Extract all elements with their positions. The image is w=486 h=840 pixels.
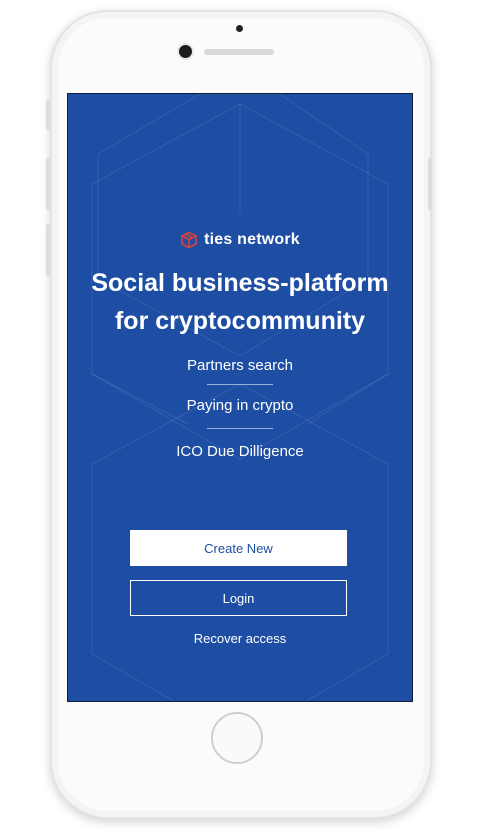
recover-access-link[interactable]: Recover access	[68, 631, 412, 646]
title-line-2: for cryptocommunity	[114, 307, 366, 335]
front-camera	[179, 45, 192, 58]
feature-divider	[207, 428, 273, 429]
home-button[interactable]	[211, 712, 263, 764]
title-line-1: Social business-platform	[91, 269, 389, 297]
front-sensor	[236, 25, 243, 32]
volume-down-button	[46, 224, 50, 276]
app-screen: ties network Social business-platform fo…	[67, 93, 413, 702]
mute-switch	[46, 100, 50, 130]
power-button	[428, 158, 432, 210]
brand-name: ties network	[204, 231, 300, 248]
page-title: Social business-platform for cryptocommu…	[78, 264, 402, 340]
login-button[interactable]: Login	[130, 580, 347, 616]
create-new-button[interactable]: Create New	[130, 530, 347, 566]
feature-item-partners-search: Partners search	[187, 357, 293, 374]
brand-logo: ties network	[68, 231, 412, 249]
earpiece-speaker	[204, 49, 274, 55]
feature-divider	[207, 384, 273, 385]
feature-item-ico-due-diligence: ICO Due Dilligence	[176, 443, 304, 460]
ties-network-cube-icon	[181, 231, 197, 249]
feature-item-paying-in-crypto: Paying in crypto	[186, 397, 294, 414]
volume-up-button	[46, 158, 50, 210]
